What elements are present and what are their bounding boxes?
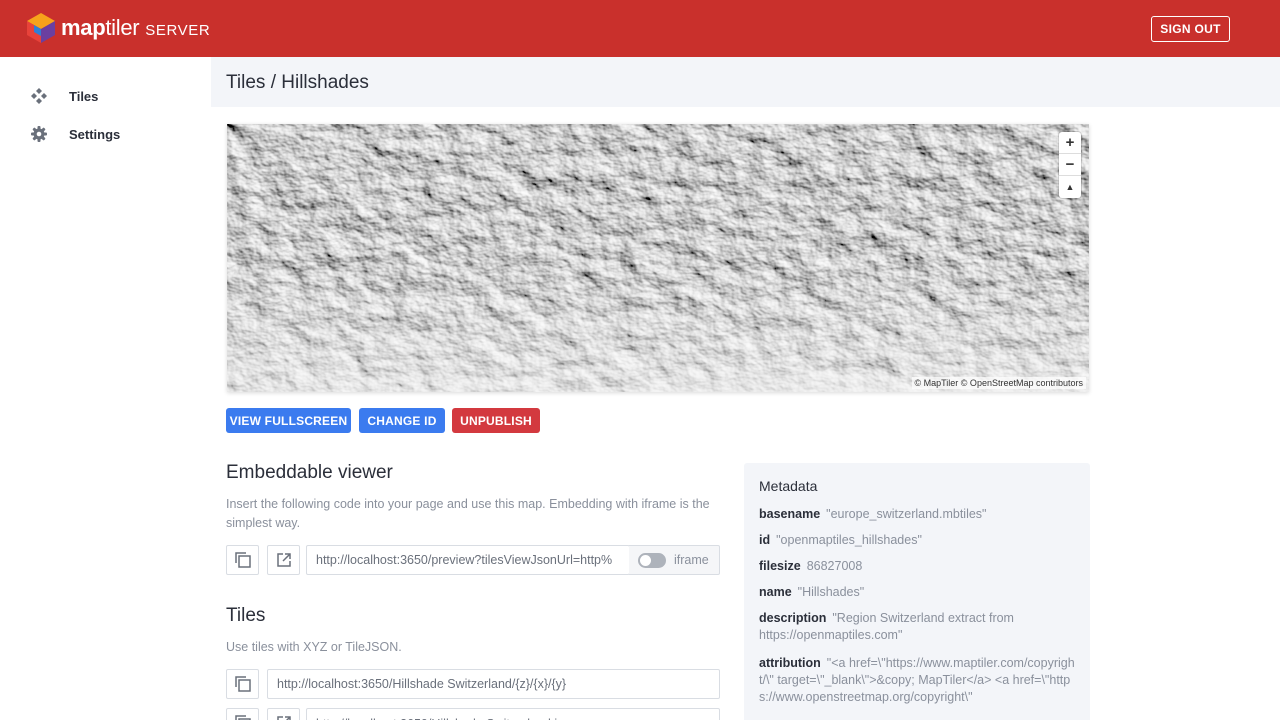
brand-text: map tiler SERVER: [61, 15, 210, 41]
metadata-value: 86827008: [806, 559, 863, 573]
metadata-row-basename: basename "europe_switzerland.mbtiles": [759, 506, 1079, 523]
embed-heading: Embeddable viewer: [226, 462, 393, 483]
compass-icon: ▲: [1065, 182, 1075, 192]
metadata-key: attribution: [759, 656, 821, 670]
metadata-row-filesize: filesize 86827008: [759, 558, 1079, 575]
metadata-key: filesize: [759, 559, 801, 573]
external-link-icon: [276, 716, 291, 720]
open-embed-button[interactable]: [267, 545, 300, 575]
zoom-in-button[interactable]: +: [1059, 132, 1081, 154]
sidebar-item-settings[interactable]: Settings: [30, 122, 120, 146]
copy-icon: [234, 676, 251, 692]
external-link-icon: [276, 553, 291, 567]
metadata-key: name: [759, 585, 792, 599]
open-tilejson-button[interactable]: [267, 708, 300, 720]
metadata-key: id: [759, 533, 771, 547]
metadata-panel: Metadata basename "europe_switzerland.mbt…: [744, 463, 1090, 720]
hillshade-map-image: [227, 124, 1089, 392]
page-title: Tiles / Hillshades: [226, 72, 369, 93]
unpublish-button[interactable]: UNPUBLISH: [452, 408, 540, 433]
metadata-row-attribution: attribution "<a href=\"https://www.maptil…: [759, 655, 1079, 706]
sidebar-item-label: Tiles: [69, 88, 99, 104]
metadata-key: basename: [759, 507, 821, 521]
gear-icon: [30, 125, 48, 143]
brand-map: map: [61, 15, 106, 40]
xyz-url-field[interactable]: http://localhost:3650/Hillshade Switzerl…: [267, 669, 720, 699]
metadata-value: "europe_switzerland.mbtiles": [826, 507, 987, 521]
map-controls: + − ▲: [1059, 132, 1081, 198]
metadata-row-id: id "openmaptiles_hillshades": [759, 532, 1079, 549]
metadata-key: description: [759, 611, 827, 625]
top-bar: map tiler SERVER SIGN OUT: [0, 0, 1280, 57]
metadata-row-name: name "Hillshades": [759, 584, 1079, 601]
iframe-toggle[interactable]: [638, 552, 666, 568]
sidebar: Tiles Settings: [0, 57, 211, 720]
map-attribution[interactable]: © MapTiler © OpenStreetMap contributors: [911, 377, 1086, 389]
copy-embed-button[interactable]: [226, 545, 259, 575]
change-id-button[interactable]: CHANGE ID: [359, 408, 445, 433]
sidebar-item-tiles[interactable]: Tiles: [30, 84, 98, 108]
embed-description: Insert the following code into your page…: [226, 497, 710, 530]
metadata-row-description: description "Region Switzerland extract f…: [759, 610, 1079, 644]
metadata-value: "Hillshades": [797, 585, 865, 599]
zoom-out-button[interactable]: −: [1059, 154, 1081, 176]
copy-icon: [234, 552, 251, 568]
brand-product: SERVER: [145, 22, 211, 39]
copy-xyz-button[interactable]: [226, 669, 259, 699]
tiles-description: Use tiles with XYZ or TileJSON.: [226, 640, 402, 654]
sidebar-item-label: Settings: [69, 126, 121, 142]
metadata-value: "openmaptiles_hillshades": [776, 533, 922, 547]
title-band: Tiles / Hillshades: [211, 57, 1280, 107]
iframe-toggle-wrap: iframe: [629, 545, 720, 575]
metadata-title: Metadata: [759, 478, 818, 494]
copy-icon: [234, 715, 251, 720]
tiles-icon: [30, 87, 48, 105]
compass-button[interactable]: ▲: [1059, 176, 1081, 198]
view-fullscreen-button[interactable]: VIEW FULLSCREEN: [226, 408, 351, 433]
map-preview[interactable]: + − ▲ © MapTiler © OpenStreetMap contrib…: [227, 124, 1089, 392]
maptiler-logo-icon: [27, 13, 55, 43]
brand-tiler: tiler: [105, 15, 140, 40]
tiles-heading: Tiles: [226, 605, 266, 626]
embed-url-field[interactable]: http://localhost:3650/preview?tilesViewJ…: [306, 545, 630, 575]
tilejson-url-field[interactable]: http://localhost:3650/Hillshade Switzerl…: [306, 708, 720, 720]
iframe-toggle-label: iframe: [674, 553, 709, 567]
copy-tilejson-button[interactable]: [226, 708, 259, 720]
maptiler-logo[interactable]: map tiler SERVER: [27, 13, 210, 43]
sign-out-button[interactable]: SIGN OUT: [1151, 16, 1230, 42]
